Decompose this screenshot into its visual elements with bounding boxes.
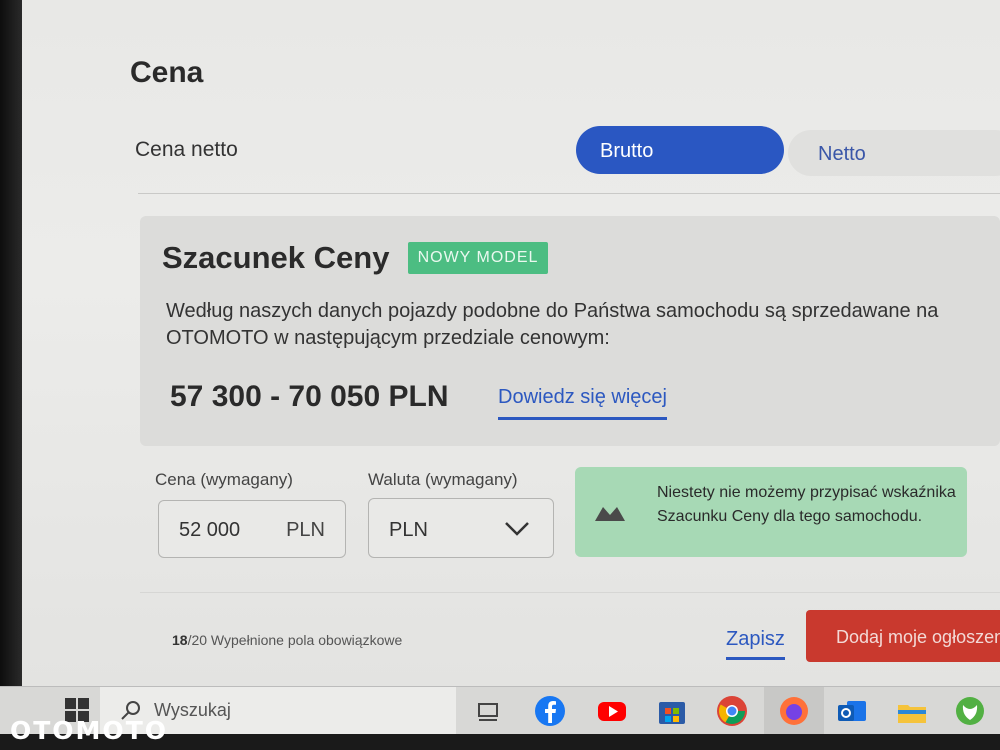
new-model-badge: NOWY MODEL [408,242,548,274]
xbox-icon[interactable] [952,693,988,729]
estimate-title: Szacunek Ceny [162,240,390,275]
facebook-icon[interactable] [532,693,568,729]
currency-select[interactable]: PLN [368,498,554,558]
currency-value: PLN [389,519,428,541]
estimate-description: Według naszych danych pojazdy podobne do… [166,300,939,349]
footer-divider [140,592,1000,593]
gauge-icon [595,507,625,521]
netto-option[interactable]: Netto [788,130,1000,176]
outlook-icon[interactable] [834,693,870,729]
screen-bezel [0,0,22,750]
firefox-icon[interactable] [776,693,812,729]
estimate-notice: Niestety nie możemy przypisać wskaźnika … [575,467,967,557]
youtube-icon[interactable] [594,693,630,729]
task-view-icon[interactable] [470,693,506,729]
currency-label: Waluta (wymagany) [368,470,518,489]
vat-label: Cena netto [135,138,238,161]
price-label: Cena (wymagany) [155,470,293,489]
brutto-option[interactable]: Brutto [576,126,784,174]
learn-more-link[interactable]: Dowiedz się więcej [498,386,667,420]
estimate-range: 57 300 - 70 050 PLN [170,380,449,413]
section-title: Cena [130,56,204,89]
submit-listing-button[interactable]: Dodaj moje ogłoszenie [806,610,1000,662]
chrome-icon[interactable] [714,693,750,729]
save-button[interactable]: Zapisz [726,628,785,660]
notice-text: Niestety nie możemy przypisać wskaźnika … [657,484,956,525]
chevron-down-icon [505,522,529,536]
microsoft-store-icon[interactable] [654,693,690,729]
filled-total: /20 Wypełnione pola obowiązkowe [187,632,403,648]
vat-toggle: Brutto Netto [576,126,1000,176]
browser-viewport: Cena Cena netto Brutto Netto Szacunek Ce… [0,0,1000,686]
divider [138,193,1000,194]
otomoto-watermark: OTOMOTO [10,716,168,745]
price-estimate-card: Szacunek Ceny NOWY MODEL Według naszych … [140,216,1000,446]
filled-count: 18 [172,632,188,648]
price-input[interactable]: 52 000 PLN [158,500,346,558]
price-unit: PLN [286,519,325,541]
file-explorer-icon[interactable] [894,693,930,729]
required-fields-status: 18/20 Wypełnione pola obowiązkowe [172,632,402,648]
price-value: 52 000 [179,519,241,541]
